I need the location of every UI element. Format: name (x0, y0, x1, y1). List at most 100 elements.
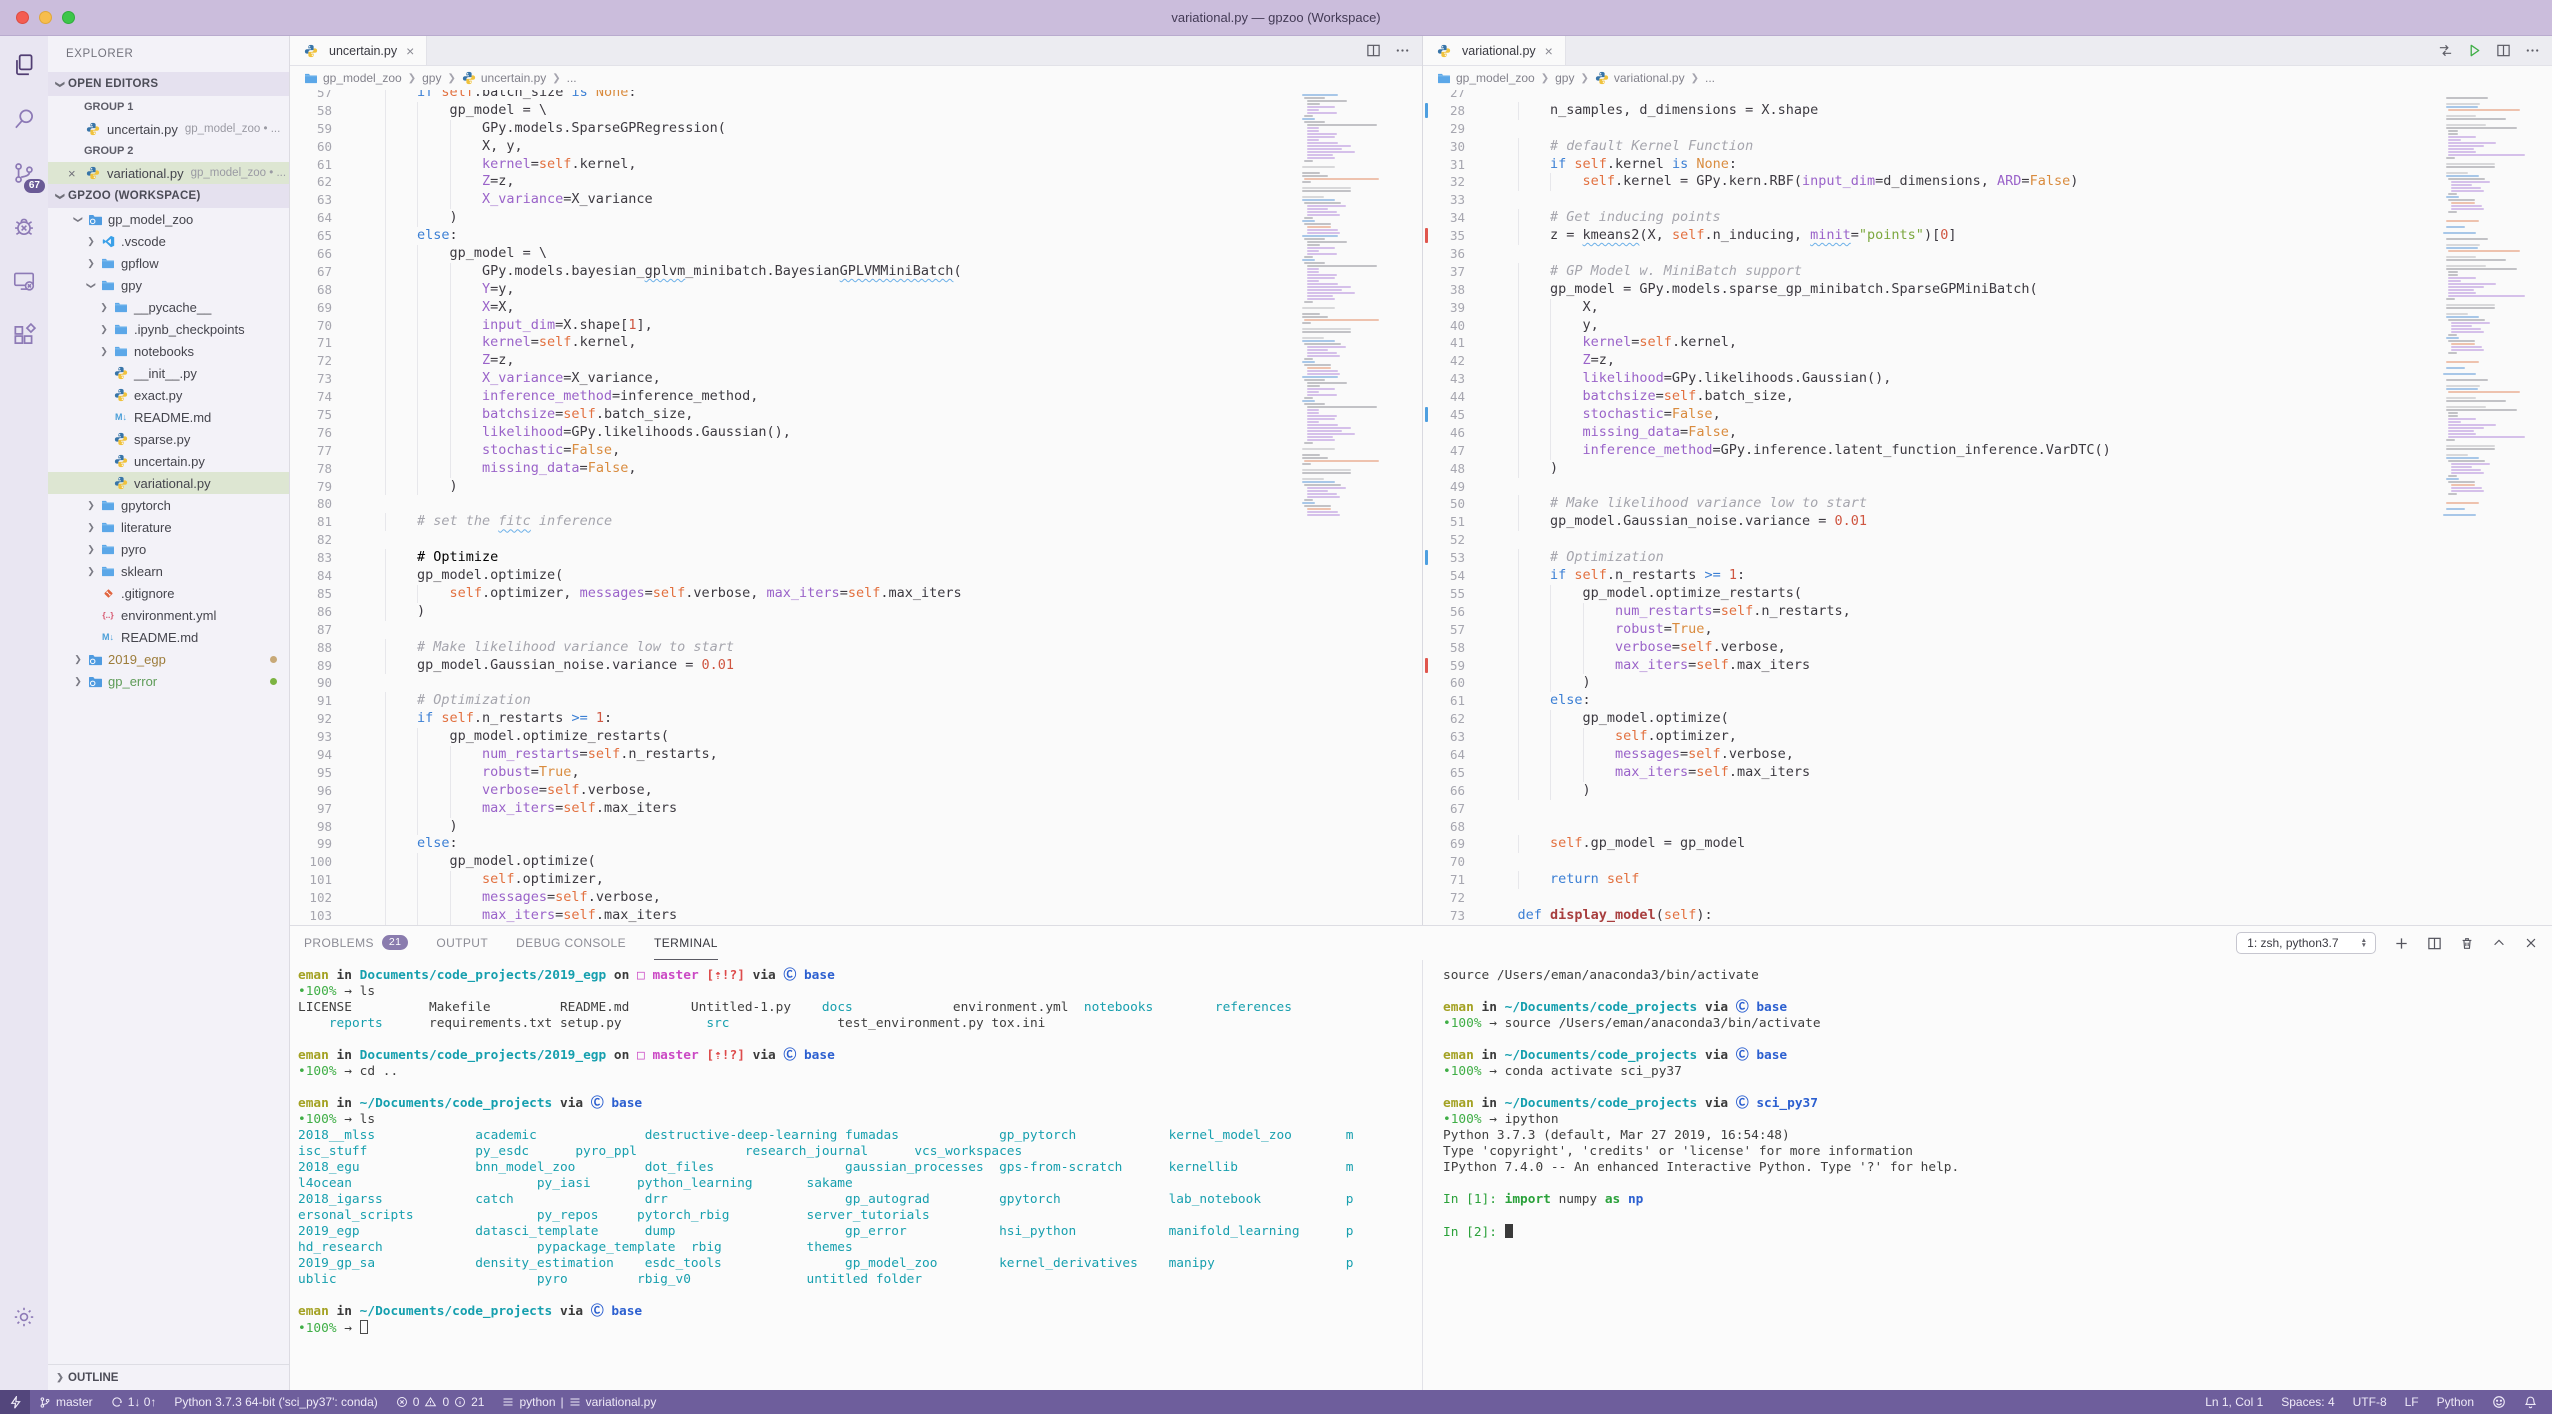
remote-indicator-icon[interactable] (0, 1390, 30, 1414)
code-line[interactable]: 39X, (1423, 299, 2552, 317)
code-line[interactable]: 41kernel=self.kernel, (1423, 334, 2552, 352)
split-editor-icon[interactable] (1366, 43, 1381, 58)
files-icon[interactable] (7, 48, 41, 82)
code-line[interactable]: 67 (1423, 800, 2552, 818)
code-line[interactable]: 54if self.n_restarts >= 1: (1423, 567, 2552, 585)
open-changes-icon[interactable] (2438, 43, 2453, 58)
code-line[interactable]: 61kernel=self.kernel, (290, 156, 1422, 174)
cursor-position-status[interactable]: Ln 1, Col 1 (2196, 1390, 2272, 1414)
code-line[interactable]: 94num_restarts=self.n_restarts, (290, 746, 1422, 764)
code-line[interactable]: 59max_iters=self.max_iters (1423, 657, 2552, 675)
minimap[interactable] (1296, 92, 1418, 517)
tree-item-literature[interactable]: ❯literature (48, 516, 289, 538)
code-line[interactable]: 79) (290, 478, 1422, 496)
code-line[interactable]: 50# Make likelihood variance low to star… (1423, 495, 2552, 513)
code-line[interactable]: 70input_dim=X.shape[1], (290, 317, 1422, 335)
code-line[interactable]: 71kernel=self.kernel, (290, 334, 1422, 352)
open-editor-item[interactable]: uncertain.pygp_model_zoo • ... (48, 118, 289, 140)
tree-item-environment-yml[interactable]: {..}environment.yml (48, 604, 289, 626)
code-line[interactable]: 74inference_method=inference_method, (290, 388, 1422, 406)
code-line[interactable]: 38gp_model = GPy.models.sparse_gp_miniba… (1423, 281, 2552, 299)
language-mode-status[interactable]: Python (2428, 1390, 2483, 1414)
tree-item-gpytorch[interactable]: ❯gpytorch (48, 494, 289, 516)
close-icon[interactable]: × (1545, 43, 1553, 59)
tab-uncertain.py[interactable]: uncertain.py× (290, 36, 427, 65)
more-actions-icon[interactable] (1395, 43, 1410, 58)
kill-terminal-icon[interactable] (2460, 936, 2474, 951)
code-line[interactable]: 98) (290, 818, 1422, 836)
code-line[interactable]: 80 (290, 495, 1422, 513)
breadcrumb-item[interactable]: gp_model_zoo (1437, 71, 1535, 85)
code-line[interactable]: 77stochastic=False, (290, 442, 1422, 460)
code-line[interactable]: 31if self.kernel is None: (1423, 156, 2552, 174)
breadcrumb-item[interactable]: variational.py (1595, 71, 1685, 85)
code-line[interactable]: 85self.optimizer, messages=self.verbose,… (290, 585, 1422, 603)
maximize-panel-icon[interactable] (2492, 936, 2506, 950)
code-line[interactable]: 32self.kernel = GPy.kern.RBF(input_dim=d… (1423, 173, 2552, 191)
code-line[interactable]: 66gp_model = \ (290, 245, 1422, 263)
code-line[interactable]: 60X, y, (290, 138, 1422, 156)
extensions-icon[interactable] (7, 318, 41, 352)
tree-item-readme-md[interactable]: M↓README.md (48, 406, 289, 428)
tree-item-sparse-py[interactable]: sparse.py (48, 428, 289, 450)
panel-tab-terminal[interactable]: TERMINAL (654, 926, 718, 960)
code-line[interactable]: 51gp_model.Gaussian_noise.variance = 0.0… (1423, 513, 2552, 531)
code-line[interactable]: 81# set the fitc inference (290, 513, 1422, 531)
code-line[interactable]: 83# Optimize (290, 549, 1422, 567)
more-actions-icon[interactable] (2525, 43, 2540, 58)
code-line[interactable]: 87 (290, 621, 1422, 639)
code-line[interactable]: 97max_iters=self.max_iters (290, 800, 1422, 818)
code-line[interactable]: 75batchsize=self.batch_size, (290, 406, 1422, 424)
code-line[interactable]: 52 (1423, 531, 2552, 549)
code-line[interactable]: 42Z=z, (1423, 352, 2552, 370)
code-editor[interactable]: 57if self.batch_size is None:58gp_model … (290, 90, 1422, 925)
code-line[interactable]: 84gp_model.optimize( (290, 567, 1422, 585)
code-line[interactable]: 28n_samples, d_dimensions = X.shape (1423, 102, 2552, 120)
terminal-picker-dropdown[interactable]: 1: zsh, python3.7▲▼ (2236, 932, 2376, 954)
code-line[interactable]: 43likelihood=GPy.likelihoods.Gaussian(), (1423, 370, 2552, 388)
outline-section[interactable]: ❯ OUTLINE (48, 1364, 289, 1390)
code-line[interactable]: 62Z=z, (290, 173, 1422, 191)
code-line[interactable]: 45stochastic=False, (1423, 406, 2552, 424)
breadcrumb-item[interactable]: ... (567, 71, 577, 85)
code-line[interactable]: 55gp_model.optimize_restarts( (1423, 585, 2552, 603)
tree-item--ipynb-checkpoints[interactable]: ❯.ipynb_checkpoints (48, 318, 289, 340)
code-line[interactable]: 58gp_model = \ (290, 102, 1422, 120)
code-line[interactable]: 61else: (1423, 692, 2552, 710)
code-line[interactable]: 40y, (1423, 317, 2552, 335)
breadcrumb-item[interactable]: uncertain.py (462, 71, 546, 85)
code-line[interactable]: 88# Make likelihood variance low to star… (290, 639, 1422, 657)
code-line[interactable]: 93gp_model.optimize_restarts( (290, 728, 1422, 746)
tree-item-readme-md[interactable]: M↓README.md (48, 626, 289, 648)
close-icon[interactable]: × (68, 166, 84, 181)
split-terminal-icon[interactable] (2427, 936, 2442, 951)
minimap[interactable] (2440, 92, 2542, 517)
tree-item-notebooks[interactable]: ❯notebooks (48, 340, 289, 362)
code-line[interactable]: 96verbose=self.verbose, (290, 782, 1422, 800)
code-line[interactable]: 57robust=True, (1423, 621, 2552, 639)
remote-explorer-icon[interactable] (7, 264, 41, 298)
tree-item-gpflow[interactable]: ❯gpflow (48, 252, 289, 274)
notifications-bell-icon[interactable] (2515, 1390, 2546, 1414)
code-line[interactable]: 69X=X, (290, 299, 1422, 317)
code-line[interactable]: 53# Optimization (1423, 549, 2552, 567)
feedback-smiley-icon[interactable] (2483, 1390, 2515, 1414)
code-line[interactable]: 29 (1423, 120, 2552, 138)
tree-item-sklearn[interactable]: ❯sklearn (48, 560, 289, 582)
gear-icon[interactable] (7, 1300, 41, 1334)
debug-icon[interactable] (7, 210, 41, 244)
code-line[interactable]: 72 (1423, 889, 2552, 907)
code-line[interactable]: 64messages=self.verbose, (1423, 746, 2552, 764)
tree-item-exact-py[interactable]: exact.py (48, 384, 289, 406)
code-line[interactable]: 49 (1423, 478, 2552, 496)
panel-tab-debug-console[interactable]: DEBUG CONSOLE (516, 926, 626, 960)
new-terminal-icon[interactable] (2394, 936, 2409, 951)
code-line[interactable]: 99else: (290, 835, 1422, 853)
code-line[interactable]: 60) (1423, 674, 2552, 692)
code-line[interactable]: 67GPy.models.bayesian_gplvm_minibatch.Ba… (290, 263, 1422, 281)
code-line[interactable]: 58verbose=self.verbose, (1423, 639, 2552, 657)
tree-item-gpy[interactable]: ❯gpy (48, 274, 289, 296)
code-line[interactable]: 63self.optimizer, (1423, 728, 2552, 746)
close-panel-icon[interactable] (2524, 936, 2538, 950)
code-line[interactable]: 30# default Kernel Function (1423, 138, 2552, 156)
